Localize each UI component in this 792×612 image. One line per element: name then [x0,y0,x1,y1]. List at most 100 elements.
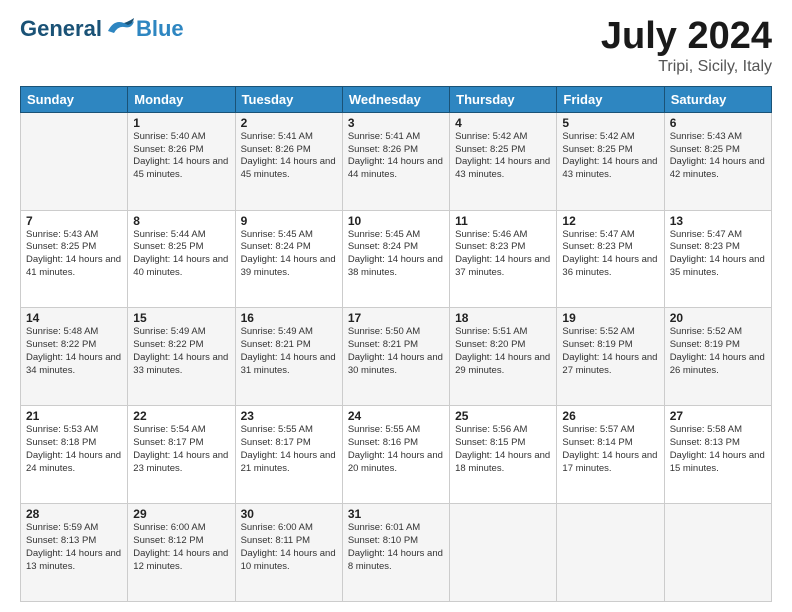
calendar-cell: 6Sunrise: 5:43 AM Sunset: 8:25 PM Daylig… [664,112,771,210]
col-tuesday: Tuesday [235,86,342,112]
calendar-cell: 20Sunrise: 5:52 AM Sunset: 8:19 PM Dayli… [664,308,771,406]
day-info: Sunrise: 5:41 AM Sunset: 8:26 PM Dayligh… [241,131,337,182]
col-wednesday: Wednesday [342,86,449,112]
calendar-cell: 31Sunrise: 6:01 AM Sunset: 8:10 PM Dayli… [342,504,449,602]
day-info: Sunrise: 5:52 AM Sunset: 8:19 PM Dayligh… [562,326,658,377]
calendar-cell: 14Sunrise: 5:48 AM Sunset: 8:22 PM Dayli… [21,308,128,406]
calendar-cell: 7Sunrise: 5:43 AM Sunset: 8:25 PM Daylig… [21,210,128,308]
calendar-cell: 30Sunrise: 6:00 AM Sunset: 8:11 PM Dayli… [235,504,342,602]
calendar-cell: 2Sunrise: 5:41 AM Sunset: 8:26 PM Daylig… [235,112,342,210]
day-number: 30 [241,507,337,521]
calendar-cell: 9Sunrise: 5:45 AM Sunset: 8:24 PM Daylig… [235,210,342,308]
header: General Blue July 2024 Tripi, Sicily, It… [20,16,772,76]
day-info: Sunrise: 5:48 AM Sunset: 8:22 PM Dayligh… [26,326,122,377]
calendar-cell: 18Sunrise: 5:51 AM Sunset: 8:20 PM Dayli… [450,308,557,406]
day-info: Sunrise: 5:56 AM Sunset: 8:15 PM Dayligh… [455,424,551,475]
page: General Blue July 2024 Tripi, Sicily, It… [0,0,792,612]
day-info: Sunrise: 5:47 AM Sunset: 8:23 PM Dayligh… [562,229,658,280]
day-info: Sunrise: 6:01 AM Sunset: 8:10 PM Dayligh… [348,522,444,573]
calendar-cell: 21Sunrise: 5:53 AM Sunset: 8:18 PM Dayli… [21,406,128,504]
day-number: 22 [133,409,229,423]
calendar-cell: 27Sunrise: 5:58 AM Sunset: 8:13 PM Dayli… [664,406,771,504]
calendar-cell: 10Sunrise: 5:45 AM Sunset: 8:24 PM Dayli… [342,210,449,308]
calendar-cell [21,112,128,210]
calendar-cell: 8Sunrise: 5:44 AM Sunset: 8:25 PM Daylig… [128,210,235,308]
day-info: Sunrise: 5:49 AM Sunset: 8:21 PM Dayligh… [241,326,337,377]
calendar-cell [557,504,664,602]
calendar-week-row: 7Sunrise: 5:43 AM Sunset: 8:25 PM Daylig… [21,210,772,308]
calendar-cell: 3Sunrise: 5:41 AM Sunset: 8:26 PM Daylig… [342,112,449,210]
calendar-cell: 13Sunrise: 5:47 AM Sunset: 8:23 PM Dayli… [664,210,771,308]
day-info: Sunrise: 5:55 AM Sunset: 8:16 PM Dayligh… [348,424,444,475]
day-info: Sunrise: 5:57 AM Sunset: 8:14 PM Dayligh… [562,424,658,475]
day-number: 13 [670,214,766,228]
calendar-cell: 23Sunrise: 5:55 AM Sunset: 8:17 PM Dayli… [235,406,342,504]
day-number: 11 [455,214,551,228]
day-number: 16 [241,311,337,325]
logo-bird-icon [104,17,136,39]
calendar-week-row: 21Sunrise: 5:53 AM Sunset: 8:18 PM Dayli… [21,406,772,504]
day-info: Sunrise: 5:45 AM Sunset: 8:24 PM Dayligh… [348,229,444,280]
calendar-week-row: 28Sunrise: 5:59 AM Sunset: 8:13 PM Dayli… [21,504,772,602]
title-block: July 2024 Tripi, Sicily, Italy [601,16,772,76]
day-number: 2 [241,116,337,130]
day-number: 17 [348,311,444,325]
calendar-cell: 16Sunrise: 5:49 AM Sunset: 8:21 PM Dayli… [235,308,342,406]
day-info: Sunrise: 6:00 AM Sunset: 8:12 PM Dayligh… [133,522,229,573]
day-info: Sunrise: 5:47 AM Sunset: 8:23 PM Dayligh… [670,229,766,280]
day-info: Sunrise: 5:49 AM Sunset: 8:22 PM Dayligh… [133,326,229,377]
day-info: Sunrise: 5:40 AM Sunset: 8:26 PM Dayligh… [133,131,229,182]
col-friday: Friday [557,86,664,112]
day-info: Sunrise: 5:42 AM Sunset: 8:25 PM Dayligh… [455,131,551,182]
day-number: 3 [348,116,444,130]
col-monday: Monday [128,86,235,112]
day-info: Sunrise: 5:46 AM Sunset: 8:23 PM Dayligh… [455,229,551,280]
day-number: 5 [562,116,658,130]
calendar-cell: 15Sunrise: 5:49 AM Sunset: 8:22 PM Dayli… [128,308,235,406]
day-info: Sunrise: 5:52 AM Sunset: 8:19 PM Dayligh… [670,326,766,377]
day-number: 15 [133,311,229,325]
day-info: Sunrise: 6:00 AM Sunset: 8:11 PM Dayligh… [241,522,337,573]
day-number: 10 [348,214,444,228]
day-number: 7 [26,214,122,228]
day-info: Sunrise: 5:43 AM Sunset: 8:25 PM Dayligh… [670,131,766,182]
calendar-cell: 17Sunrise: 5:50 AM Sunset: 8:21 PM Dayli… [342,308,449,406]
day-info: Sunrise: 5:54 AM Sunset: 8:17 PM Dayligh… [133,424,229,475]
day-number: 20 [670,311,766,325]
day-number: 1 [133,116,229,130]
col-sunday: Sunday [21,86,128,112]
day-info: Sunrise: 5:41 AM Sunset: 8:26 PM Dayligh… [348,131,444,182]
day-number: 8 [133,214,229,228]
logo-blue: Blue [136,16,184,42]
day-number: 14 [26,311,122,325]
calendar-cell: 25Sunrise: 5:56 AM Sunset: 8:15 PM Dayli… [450,406,557,504]
day-number: 24 [348,409,444,423]
month-title: July 2024 [601,16,772,58]
day-info: Sunrise: 5:45 AM Sunset: 8:24 PM Dayligh… [241,229,337,280]
day-number: 19 [562,311,658,325]
day-number: 28 [26,507,122,521]
calendar-cell [664,504,771,602]
day-number: 12 [562,214,658,228]
day-info: Sunrise: 5:51 AM Sunset: 8:20 PM Dayligh… [455,326,551,377]
day-number: 26 [562,409,658,423]
calendar-cell [450,504,557,602]
day-number: 6 [670,116,766,130]
calendar-cell: 5Sunrise: 5:42 AM Sunset: 8:25 PM Daylig… [557,112,664,210]
logo-general: General [20,16,102,42]
calendar-cell: 4Sunrise: 5:42 AM Sunset: 8:25 PM Daylig… [450,112,557,210]
day-number: 25 [455,409,551,423]
day-info: Sunrise: 5:59 AM Sunset: 8:13 PM Dayligh… [26,522,122,573]
logo: General Blue [20,16,184,42]
calendar-week-row: 1Sunrise: 5:40 AM Sunset: 8:26 PM Daylig… [21,112,772,210]
day-info: Sunrise: 5:50 AM Sunset: 8:21 PM Dayligh… [348,326,444,377]
day-info: Sunrise: 5:55 AM Sunset: 8:17 PM Dayligh… [241,424,337,475]
location: Tripi, Sicily, Italy [601,58,772,76]
calendar-week-row: 14Sunrise: 5:48 AM Sunset: 8:22 PM Dayli… [21,308,772,406]
col-saturday: Saturday [664,86,771,112]
day-number: 18 [455,311,551,325]
day-number: 29 [133,507,229,521]
calendar-cell: 22Sunrise: 5:54 AM Sunset: 8:17 PM Dayli… [128,406,235,504]
day-number: 9 [241,214,337,228]
calendar-cell: 19Sunrise: 5:52 AM Sunset: 8:19 PM Dayli… [557,308,664,406]
